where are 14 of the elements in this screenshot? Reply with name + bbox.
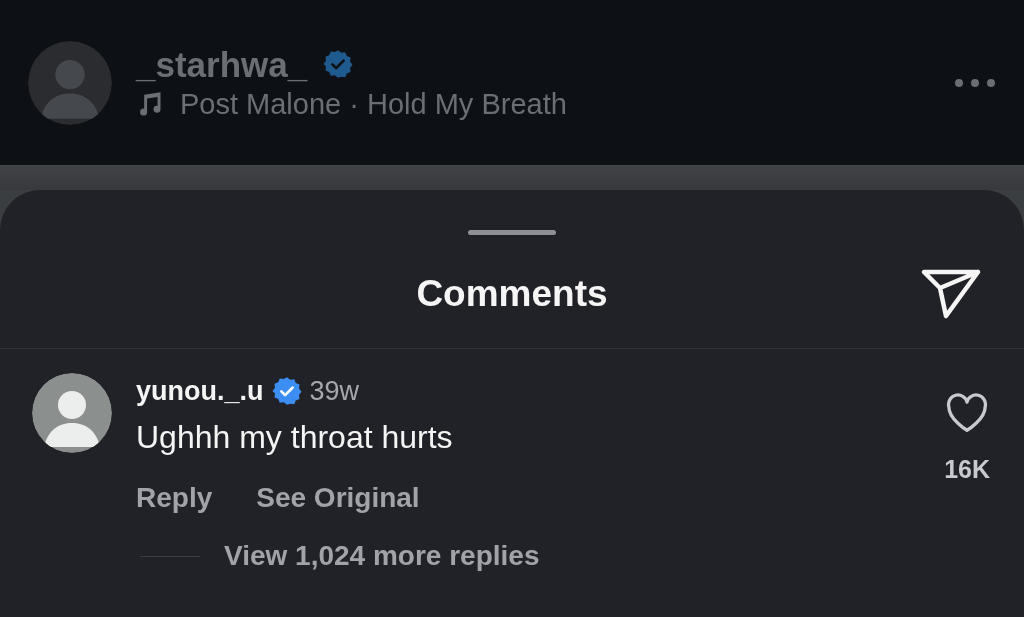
view-replies-link[interactable]: View 1,024 more replies	[224, 535, 540, 577]
username[interactable]: _starhwa_	[136, 46, 308, 82]
music-label[interactable]: Post Malone · Hold My Breath	[180, 89, 567, 119]
comment-text: Ughhh my throat hurts	[136, 418, 454, 457]
see-original-button[interactable]: See Original	[256, 477, 420, 519]
like-count: 16K	[944, 454, 990, 485]
comment-username[interactable]: yunou._.u	[136, 370, 264, 412]
reply-button[interactable]: Reply	[136, 477, 213, 519]
more-icon[interactable]	[954, 77, 996, 88]
comment-time: 39w	[309, 374, 360, 408]
avatar[interactable]	[32, 373, 112, 453]
drag-handle[interactable]	[468, 230, 556, 235]
sheet-title: Comments	[416, 272, 608, 317]
heart-icon[interactable]	[945, 393, 990, 433]
